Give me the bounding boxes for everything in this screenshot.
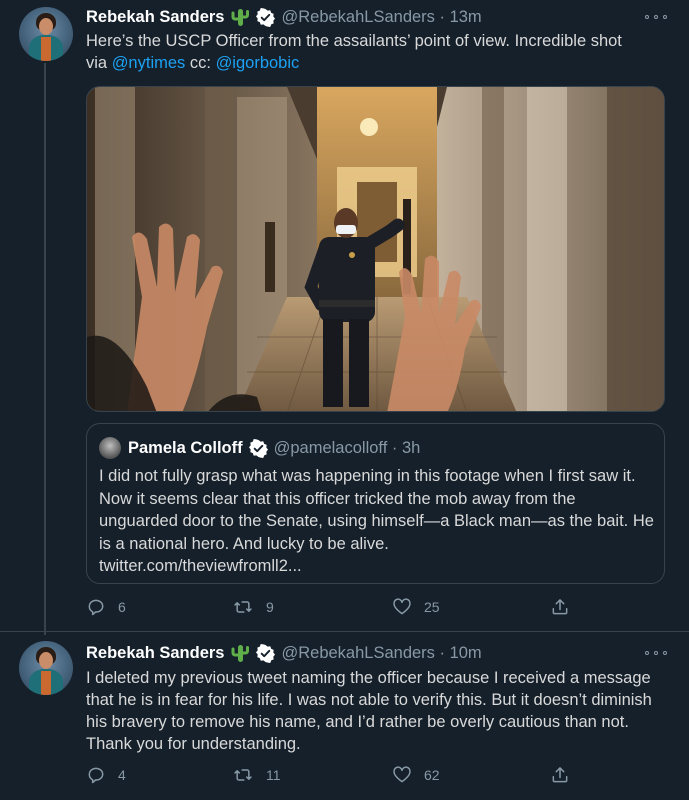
retweet-button[interactable]: 11 [232, 765, 281, 785]
retweet-count: 9 [266, 599, 274, 615]
quoted-tweet-link[interactable]: twitter.com/theviewfromll2... [99, 555, 659, 578]
tweet-text-line-2: via @nytimes cc: @igorbobic [86, 52, 676, 74]
tweet-actions: 6 9 25 [86, 597, 666, 619]
quoted-author-name: Pamela Colloff [128, 438, 243, 457]
retweet-button[interactable]: 9 [232, 597, 274, 617]
retweet-count: 11 [266, 767, 281, 783]
tweet-actions: 4 11 62 [86, 765, 666, 787]
tweet-text: I deleted my previous tweet naming the o… [86, 669, 652, 753]
quoted-tweet-header: Pamela Colloff @pamelacolloff · 3h [99, 437, 420, 459]
verified-badge-icon [256, 7, 276, 27]
reply-icon [88, 767, 104, 784]
retweet-icon [234, 601, 252, 613]
retweet-icon [234, 769, 252, 781]
share-button[interactable] [550, 597, 570, 617]
handle-and-timestamp[interactable]: @RebekahLSanders · 13m [281, 8, 481, 27]
reply-icon [88, 599, 104, 616]
heart-icon [393, 766, 411, 783]
mention-nytimes[interactable]: @nytimes [112, 54, 186, 72]
quoted-tweet-body: I did not fully grasp what was happening… [99, 467, 654, 553]
tweet-2[interactable]: Rebekah Sanders @RebekahLSanders · 10m I… [0, 632, 689, 800]
cactus-emoji-icon [230, 643, 250, 663]
like-count: 62 [424, 767, 440, 783]
tweet-header: Rebekah Sanders @RebekahLSanders · 13m [86, 6, 482, 28]
reply-count: 4 [118, 767, 126, 783]
verified-badge-icon [248, 438, 268, 458]
more-options-icon[interactable] [645, 10, 667, 24]
thread-connector-line [44, 63, 46, 635]
mention-igorbobic[interactable]: @igorbobic [216, 54, 300, 72]
share-icon [552, 599, 568, 615]
tweet-text-prefix: via [86, 54, 112, 72]
more-options-icon[interactable] [645, 646, 667, 660]
handle-and-timestamp[interactable]: @RebekahLSanders · 10m [281, 644, 481, 663]
tweet-header: Rebekah Sanders @RebekahLSanders · 10m [86, 642, 482, 664]
author-name[interactable]: Rebekah Sanders [86, 8, 224, 27]
quoted-tweet-text: I did not fully grasp what was happening… [99, 465, 659, 578]
reply-count: 6 [118, 599, 126, 615]
tweet-text-mid: cc: [185, 54, 216, 72]
share-icon [552, 767, 568, 783]
reply-button[interactable]: 4 [86, 765, 126, 785]
quoted-author-avatar [99, 437, 121, 459]
quoted-handle-and-timestamp: @pamelacolloff · 3h [273, 438, 421, 457]
verified-badge-icon [256, 643, 276, 663]
author-name[interactable]: Rebekah Sanders [86, 644, 224, 663]
like-button[interactable]: 62 [392, 765, 440, 785]
avatar[interactable] [19, 7, 73, 61]
avatar[interactable] [19, 641, 73, 695]
share-button[interactable] [550, 765, 570, 785]
tweet-text-line-1: Here’s the USCP Officer from the assaila… [86, 32, 622, 50]
reply-button[interactable]: 6 [86, 597, 126, 617]
hallway-officer-photo[interactable] [86, 86, 665, 412]
like-button[interactable]: 25 [392, 597, 440, 617]
tweet-1[interactable]: Rebekah Sanders @RebekahLSanders · 13m H… [0, 0, 689, 635]
like-count: 25 [424, 599, 440, 615]
tweet-text: Here’s the USCP Officer from the assaila… [86, 30, 676, 74]
cactus-emoji-icon [230, 7, 250, 27]
heart-icon [393, 598, 411, 615]
quoted-tweet[interactable]: Pamela Colloff @pamelacolloff · 3h I did… [86, 423, 665, 584]
